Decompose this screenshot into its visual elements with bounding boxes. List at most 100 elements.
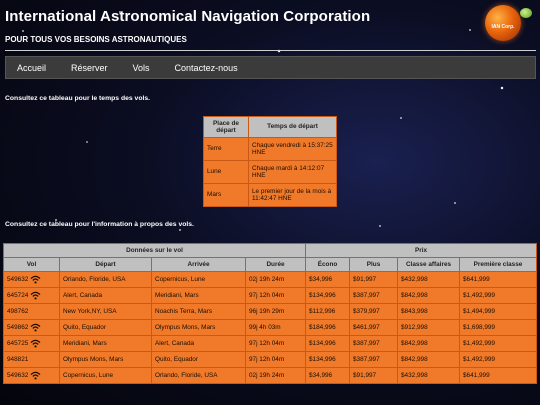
flight-number: 645725: [7, 340, 29, 348]
cell-vol: 549632: [3, 271, 60, 288]
cell-affaires: $432,998: [397, 271, 460, 288]
site-title: International Astronomical Navigation Co…: [5, 8, 371, 25]
cell-vol: 549632: [3, 367, 60, 384]
col-header-affaires: Classe affaires: [397, 257, 460, 272]
cell-premiere: $1,492,999: [459, 351, 537, 368]
table-row: 498762 New York,NY, USA Noachis Terra, Mar…: [3, 303, 537, 320]
cell-plus: $461,997: [349, 319, 398, 336]
cell-depart: Olympus Mons, Mars: [59, 351, 152, 368]
nav-reserver[interactable]: Réserver: [71, 63, 108, 73]
cell-affaires: $842,998: [397, 287, 460, 304]
cell-arrivee: Meridiani, Mars: [151, 287, 246, 304]
cell-affaires: $432,998: [397, 367, 460, 384]
cell-affaires: $912,998: [397, 319, 460, 336]
nav-contact[interactable]: Contactez-nous: [175, 63, 238, 73]
flight-number: 948821: [7, 356, 29, 363]
col-header-plus: Plus: [349, 257, 398, 272]
table-row: Terre Chaque vendredi à 15:37:25 HNE: [203, 137, 337, 161]
cell-place: Terre: [203, 137, 249, 161]
wifi-icon: [30, 323, 41, 332]
cell-depart: Meridiani, Mars: [59, 335, 152, 352]
cell-affaires: $842,998: [397, 335, 460, 352]
cell-arrivee: Copernicus, Lune: [151, 271, 246, 288]
flights-table: Données sur le vol Prix Vol Départ Arriv…: [3, 243, 537, 384]
cell-duree: 02j 19h 24m: [245, 271, 306, 288]
cell-premiere: $1,698,999: [459, 319, 537, 336]
flights-caption: Consultez ce tableau pour l'information …: [5, 221, 194, 228]
wifi-icon: [30, 275, 41, 284]
group-header-flight: Données sur le vol: [3, 243, 306, 258]
cell-duree: 97j 12h 04m: [245, 335, 306, 352]
wifi-icon: [30, 291, 41, 300]
cell-place: Lune: [203, 160, 249, 184]
cell-time: Le premier jour de la mois à 11:42:47 HN…: [248, 183, 337, 207]
cell-arrivee: Quito, Equador: [151, 351, 246, 368]
cell-premiere: $1,492,999: [459, 335, 537, 352]
logo-moon-icon: [520, 8, 532, 18]
cell-duree: 97j 12h 04m: [245, 351, 306, 368]
col-header-premiere: Première classe: [459, 257, 537, 272]
cell-econo: $34,996: [305, 367, 350, 384]
cell-duree: 96j 19h 29m: [245, 303, 306, 320]
main-nav: Accueil Réserver Vols Contactez-nous: [5, 56, 536, 79]
company-logo[interactable]: IAN Corp.: [485, 5, 521, 41]
cell-premiere: $1,494,999: [459, 303, 537, 320]
group-header-price: Prix: [305, 243, 537, 258]
wifi-icon: [30, 371, 41, 380]
cell-vol: 498762: [3, 303, 60, 320]
cell-premiere: $641,999: [459, 367, 537, 384]
table-row: Lune Chaque mardi à 14:12:07 HNE: [203, 160, 337, 184]
table-row: 645724 Alert, Canada Meridiani, Mars 97j 12…: [3, 287, 537, 304]
cell-premiere: $1,492,999: [459, 287, 537, 304]
nav-accueil[interactable]: Accueil: [17, 63, 46, 73]
cell-depart: Alert, Canada: [59, 287, 152, 304]
table-row: 645725 Meridiani, Mars Alert, Canada 97j 12…: [3, 335, 537, 352]
flight-number: 549862: [7, 324, 29, 332]
cell-arrivee: Alert, Canada: [151, 335, 246, 352]
cell-arrivee: Noachis Terra, Mars: [151, 303, 246, 320]
flight-number: 549632: [7, 372, 29, 380]
cell-plus: $379,997: [349, 303, 398, 320]
cell-vol: 549862: [3, 319, 60, 336]
cell-duree: 02j 19h 24m: [245, 367, 306, 384]
cell-depart: Orlando, Floride, USA: [59, 271, 152, 288]
cell-time: Chaque vendredi à 15:37:25 HNE: [248, 137, 337, 161]
col-header-duree: Durée: [245, 257, 306, 272]
cell-affaires: $842,998: [397, 351, 460, 368]
cell-arrivee: Olympus Mons, Mars: [151, 319, 246, 336]
departures-table: Place de départ Temps de départ Terre Ch…: [203, 116, 337, 207]
nav-vols[interactable]: Vols: [133, 63, 150, 73]
col-header-econo: Écono: [305, 257, 350, 272]
cell-place: Mars: [203, 183, 249, 207]
table-row: 549632 Copernicus, Lune Orlando, Floride, …: [3, 367, 537, 384]
cell-plus: $387,997: [349, 287, 398, 304]
cell-plus: $387,997: [349, 335, 398, 352]
col-header-vol: Vol: [3, 257, 60, 272]
table-row: 948821 Olympus Mons, Mars Quito, Equador 97…: [3, 351, 537, 368]
site-header: International Astronomical Navigation Co…: [0, 0, 540, 52]
col-header-time: Temps de départ: [248, 116, 337, 138]
cell-vol: 645725: [3, 335, 60, 352]
table-row: 549632 Orlando, Floride, USA Copernicus, L…: [3, 271, 537, 288]
flight-number: 645724: [7, 292, 29, 300]
cell-econo: $134,996: [305, 335, 350, 352]
cell-econo: $112,996: [305, 303, 350, 320]
cell-time: Chaque mardi à 14:12:07 HNE: [248, 160, 337, 184]
cell-affaires: $843,998: [397, 303, 460, 320]
cell-depart: New York,NY, USA: [59, 303, 152, 320]
cell-vol: 645724: [3, 287, 60, 304]
header-divider: [5, 50, 536, 51]
cell-plus: $387,997: [349, 351, 398, 368]
cell-econo: $184,996: [305, 319, 350, 336]
cell-duree: 99j 4h 03m: [245, 319, 306, 336]
wifi-icon: [30, 339, 41, 348]
cell-arrivee: Orlando, Floride, USA: [151, 367, 246, 384]
site-subtitle: POUR TOUS VOS BESOINS ASTRONAUTIQUES: [5, 35, 187, 44]
cell-econo: $134,996: [305, 287, 350, 304]
cell-duree: 97j 12h 04m: [245, 287, 306, 304]
col-header-depart: Départ: [59, 257, 152, 272]
table-row: Mars Le premier jour de la mois à 11:42:…: [203, 183, 337, 207]
cell-plus: $91,997: [349, 271, 398, 288]
logo-text: IAN Corp.: [491, 24, 515, 30]
table-row: 549862 Quito, Equador Olympus Mons, Mars 99…: [3, 319, 537, 336]
